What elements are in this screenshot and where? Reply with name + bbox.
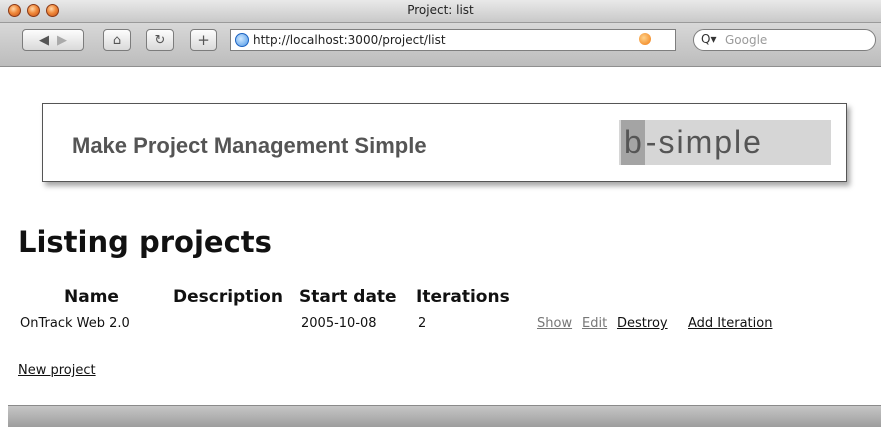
cell-name: OnTrack Web 2.0 (20, 316, 130, 331)
destroy-link[interactable]: Destroy (617, 316, 668, 331)
reload-icon: ↻ (154, 32, 166, 48)
column-header-iterations: Iterations (416, 287, 510, 307)
back-arrow-icon[interactable]: ◀ (39, 33, 57, 48)
column-header-name: Name (64, 287, 119, 307)
logo-text: -simple (645, 124, 763, 160)
site-banner: Make Project Management Simple b -simple (42, 103, 847, 182)
home-icon: ⌂ (112, 32, 122, 48)
window-title: Project: list (407, 3, 474, 17)
cell-start-date: 2005-10-08 (301, 316, 377, 331)
back-forward-buttons[interactable]: ◀ ▶ (22, 29, 84, 51)
plus-icon: + (197, 31, 210, 49)
search-field[interactable]: Q▾ Google (693, 29, 876, 51)
column-header-description: Description (173, 287, 283, 307)
status-bar (8, 405, 881, 427)
new-project-link[interactable]: New project (18, 363, 96, 378)
logo-initial: b (621, 120, 645, 165)
cell-iterations: 2 (418, 316, 427, 331)
add-iteration-link[interactable]: Add Iteration (688, 316, 772, 331)
title-bar: Project: list (0, 0, 881, 23)
address-bar[interactable]: http://localhost:3000/project/list (230, 29, 676, 51)
url-text[interactable]: http://localhost:3000/project/list (253, 33, 446, 47)
search-placeholder: Google (725, 33, 768, 47)
reload-button[interactable]: ↻ (146, 29, 174, 51)
home-button[interactable]: ⌂ (103, 29, 131, 51)
globe-icon (235, 33, 249, 47)
page-title: Listing projects (18, 225, 272, 259)
show-link[interactable]: Show (537, 316, 572, 331)
search-icon[interactable]: Q▾ (701, 32, 716, 46)
forward-arrow-icon[interactable]: ▶ (57, 33, 67, 48)
rss-icon[interactable] (639, 33, 651, 45)
site-tagline: Make Project Management Simple (72, 133, 427, 158)
edit-link[interactable]: Edit (582, 316, 607, 331)
browser-toolbar: ◀ ▶ ⌂ ↻ + http://localhost:3000/project/… (0, 23, 881, 67)
add-bookmark-button[interactable]: + (190, 29, 217, 51)
site-logo: b -simple (619, 120, 831, 165)
column-header-start-date: Start date (299, 287, 397, 307)
